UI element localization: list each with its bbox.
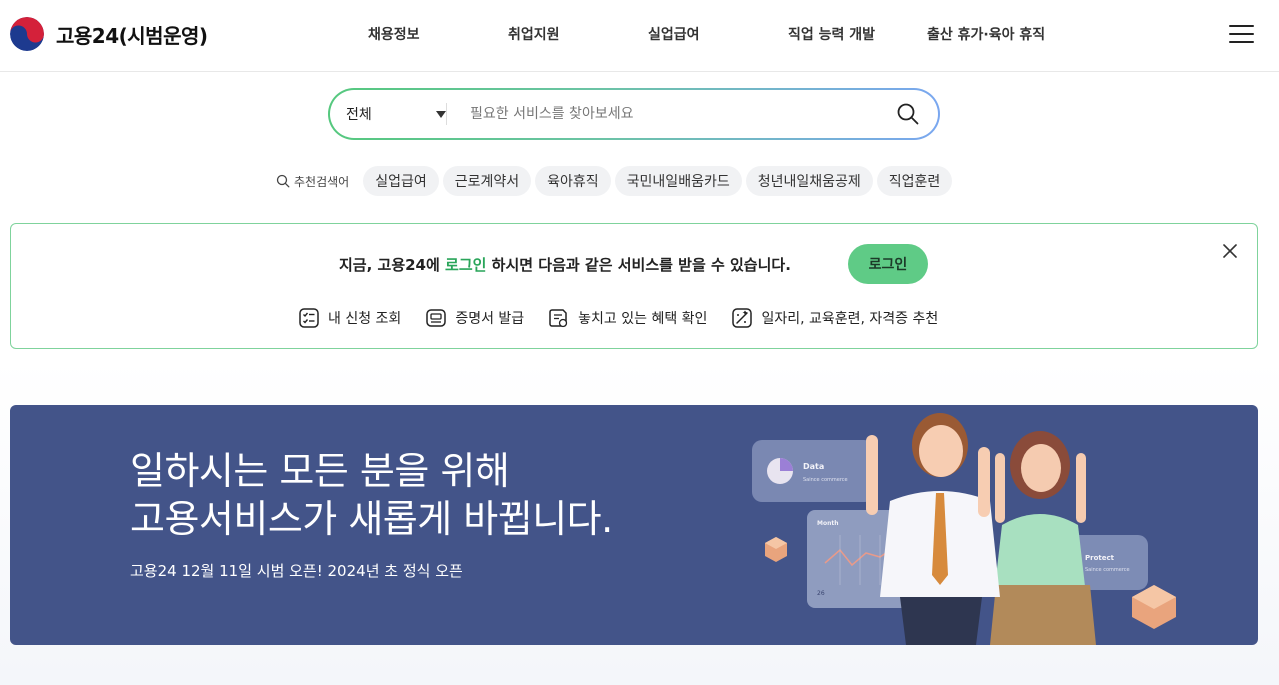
service-list: 내 신청 조회 증명서 발급 놓치고 있는 혜택 확인 일자리, 교육훈련, 자… bbox=[298, 306, 962, 330]
recommend-icon bbox=[732, 308, 753, 328]
login-promo-message: 지금, 고용24에 로그인 하시면 다음과 같은 서비스를 받을 수 있습니다. bbox=[339, 256, 791, 274]
hero-subtitle: 고용24 12월 11일 시범 오픈! 2024년 초 정식 오픈 bbox=[130, 562, 463, 580]
hero-banner[interactable]: 일하시는 모든 분을 위해 고용서비스가 새롭게 바뀝니다. 고용24 12월 … bbox=[10, 405, 1258, 645]
hamburger-menu-button[interactable] bbox=[1229, 24, 1255, 44]
divider bbox=[446, 103, 447, 125]
card-month-title: Month bbox=[817, 520, 839, 527]
close-icon[interactable] bbox=[1221, 242, 1239, 260]
service-recommendations[interactable]: 일자리, 교육훈련, 자격증 추천 bbox=[731, 307, 938, 329]
card-protect-title: Protect bbox=[1085, 554, 1115, 562]
nav-item-employment-support[interactable]: 취업지원 bbox=[508, 24, 560, 44]
search-bar: 전체 bbox=[328, 88, 940, 140]
search-icon bbox=[276, 174, 290, 188]
keyword-chip[interactable]: 직업훈련 bbox=[876, 166, 953, 196]
service-my-applications[interactable]: 내 신청 조회 bbox=[298, 307, 401, 329]
card-data-subtitle: Saince commerce bbox=[803, 477, 848, 483]
caret-down-icon bbox=[436, 110, 446, 118]
search-category-value: 전체 bbox=[346, 107, 372, 123]
hamburger-icon bbox=[1229, 25, 1254, 27]
card-month-value: 26 bbox=[817, 590, 825, 597]
service-missed-benefits[interactable]: 놓치고 있는 혜택 확인 bbox=[548, 307, 707, 329]
keyword-chip[interactable]: 실업급여 bbox=[363, 166, 439, 196]
login-button[interactable]: 로그인 bbox=[848, 244, 928, 284]
main-nav: 채용정보 취업지원 실업급여 직업 능력 개발 출산 휴가·육아 휴직 bbox=[0, 24, 1279, 44]
card-protect-subtitle: Saince commerce bbox=[1085, 567, 1130, 573]
benefit-check-icon bbox=[549, 309, 568, 328]
recommended-keywords: 추천검색어 실업급여 근로계약서 육아휴직 국민내일배움카드 청년내일채움공제 … bbox=[276, 166, 956, 196]
search-icon[interactable] bbox=[896, 102, 920, 126]
keyword-chip[interactable]: 국민내일배움카드 bbox=[614, 166, 742, 196]
service-certificate[interactable]: 증명서 발급 bbox=[425, 307, 524, 329]
keyword-chip[interactable]: 근로계약서 bbox=[442, 166, 532, 196]
nav-item-job-info[interactable]: 채용정보 bbox=[368, 24, 420, 44]
certificate-icon bbox=[426, 309, 447, 327]
login-highlight: 로그인 bbox=[445, 256, 487, 274]
login-promo-banner: 지금, 고용24에 로그인 하시면 다음과 같은 서비스를 받을 수 있습니다.… bbox=[10, 223, 1258, 349]
keyword-chip[interactable]: 청년내일채움공제 bbox=[745, 166, 873, 196]
site-header: 고용24(시범운영) 채용정보 취업지원 실업급여 직업 능력 개발 출산 휴가… bbox=[0, 0, 1279, 72]
nav-item-unemployment-benefit[interactable]: 실업급여 bbox=[648, 24, 700, 44]
nav-item-vocational-training[interactable]: 직업 능력 개발 bbox=[788, 24, 875, 44]
search-input[interactable] bbox=[470, 101, 870, 127]
hero-illustration: Data Saince commerce Month 26 Protect Sa… bbox=[752, 413, 1176, 645]
keyword-chip[interactable]: 육아휴직 bbox=[535, 166, 611, 196]
card-data-title: Data bbox=[803, 462, 824, 471]
nav-item-parental-leave[interactable]: 출산 휴가·육아 휴직 bbox=[927, 24, 1045, 44]
hero-title: 일하시는 모든 분을 위해 고용서비스가 새롭게 바뀝니다. bbox=[130, 449, 613, 541]
checklist-icon bbox=[299, 308, 319, 328]
recommended-label: 추천검색어 bbox=[276, 173, 349, 190]
search-category-select[interactable]: 전체 bbox=[346, 90, 446, 138]
